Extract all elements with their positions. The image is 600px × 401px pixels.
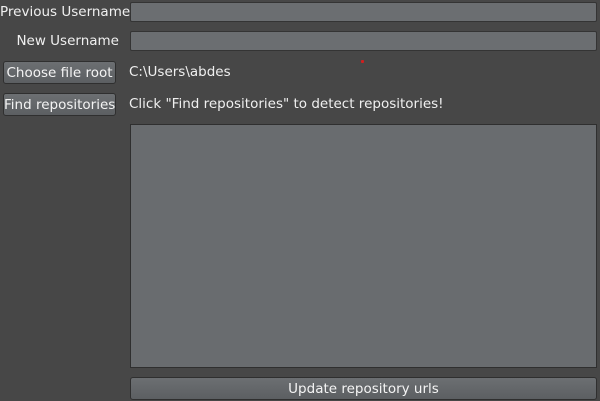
repository-list[interactable]: [130, 124, 597, 368]
find-repositories-status: Click "Find repositories" to detect repo…: [129, 96, 444, 112]
update-repository-urls-button[interactable]: Update repository urls: [130, 377, 597, 400]
red-dot-marker: [361, 60, 364, 63]
new-username-input[interactable]: [130, 31, 597, 51]
choose-file-root-button[interactable]: Choose file root: [3, 61, 116, 84]
previous-username-input[interactable]: [130, 2, 597, 22]
find-repositories-button[interactable]: Find repositories: [3, 93, 116, 116]
new-username-label: New Username: [16, 33, 119, 49]
file-root-path: C:\Users\abdes: [129, 64, 231, 80]
previous-username-label: Previous Username: [0, 4, 131, 20]
